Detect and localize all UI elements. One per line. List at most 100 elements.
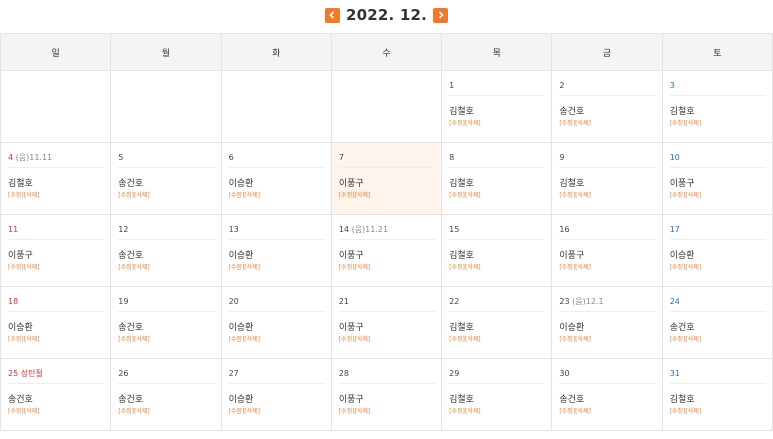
- schedule-entry: 송건호 [수정][삭제]: [670, 322, 766, 344]
- day-cell: 14 (음)11.21 이풍구 [수정][삭제]: [330, 214, 443, 287]
- day-number: 7: [338, 153, 344, 162]
- edit-delete-links[interactable]: [수정][삭제]: [118, 191, 214, 200]
- edit-delete-links[interactable]: [수정][삭제]: [670, 191, 766, 200]
- edit-delete-links[interactable]: [수정][삭제]: [559, 191, 655, 200]
- edit-delete-links[interactable]: [수정][삭제]: [559, 335, 655, 344]
- edit-delete-links[interactable]: [수정][삭제]: [449, 119, 545, 128]
- edit-delete-links[interactable]: [수정][삭제]: [670, 119, 766, 128]
- day-number: 26: [118, 369, 129, 378]
- edit-delete-links[interactable]: [수정][삭제]: [449, 407, 545, 416]
- weekday-header: 화: [220, 33, 332, 71]
- assignee-name: 김철호: [449, 107, 474, 117]
- edit-delete-links[interactable]: [수정][삭제]: [670, 263, 766, 272]
- day-cell: 19 송건호 [수정][삭제]: [110, 286, 222, 359]
- edit-delete-links[interactable]: [수정][삭제]: [339, 191, 435, 200]
- edit-delete-links[interactable]: [수정][삭제]: [229, 263, 325, 272]
- day-cell: 3 김철호 [수정][삭제]: [661, 70, 773, 143]
- edit-delete-links[interactable]: [수정][삭제]: [118, 335, 214, 344]
- day-number: 29: [449, 369, 460, 378]
- edit-delete-links[interactable]: [수정][삭제]: [8, 191, 104, 200]
- edit-delete-links[interactable]: [수정][삭제]: [449, 191, 545, 200]
- day-cell: 11 이풍구 [수정][삭제]: [0, 214, 112, 287]
- schedule-entry: 송건호 [수정][삭제]: [8, 394, 104, 416]
- chevron-left-icon: [329, 11, 335, 19]
- lunar-date: (음)12.1: [572, 297, 604, 306]
- empty-day-cell: [0, 70, 112, 143]
- schedule-entry: 김철호 [수정][삭제]: [8, 178, 104, 200]
- schedule-entry: 이승환 [수정][삭제]: [8, 322, 104, 344]
- assignee-name: 송건호: [669, 323, 695, 333]
- day-number: 21: [338, 297, 350, 306]
- schedule-entry: 이승환 [수정][삭제]: [229, 250, 325, 272]
- day-cell: 18 이승환 [수정][삭제]: [0, 286, 112, 359]
- assignee-name: 이풍구: [338, 323, 364, 333]
- edit-delete-links[interactable]: [수정][삭제]: [339, 335, 435, 344]
- edit-delete-links[interactable]: [수정][삭제]: [449, 335, 545, 344]
- assignee-name: 김철호: [8, 179, 33, 189]
- day-number: 25: [8, 369, 19, 378]
- assignee-name: 송건호: [118, 251, 144, 261]
- weekday-header: 토: [661, 33, 773, 71]
- assignee-name: 김철호: [449, 323, 474, 333]
- edit-delete-links[interactable]: [수정][삭제]: [118, 263, 214, 272]
- schedule-entry: 이승환 [수정][삭제]: [229, 322, 325, 344]
- edit-delete-links[interactable]: [수정][삭제]: [229, 191, 325, 200]
- day-number: 9: [559, 153, 565, 162]
- edit-delete-links[interactable]: [수정][삭제]: [670, 335, 766, 344]
- day-number: 28: [338, 369, 350, 378]
- day-number: 19: [118, 297, 129, 306]
- day-number-row: 22: [449, 297, 546, 312]
- day-cell: 26 송건호 [수정][삭제]: [110, 358, 222, 431]
- edit-delete-links[interactable]: [수정][삭제]: [339, 407, 435, 416]
- day-cell: 22 김철호 [수정][삭제]: [441, 286, 553, 359]
- edit-delete-links[interactable]: [수정][삭제]: [8, 407, 104, 416]
- schedule-entry: 김철호 [수정][삭제]: [449, 106, 545, 128]
- edit-delete-links[interactable]: [수정][삭제]: [339, 263, 435, 272]
- edit-delete-links[interactable]: [수정][삭제]: [8, 335, 104, 344]
- day-cell: 6 이승환 [수정][삭제]: [220, 142, 332, 215]
- edit-delete-links[interactable]: [수정][삭제]: [670, 407, 766, 416]
- edit-delete-links[interactable]: [수정][삭제]: [229, 407, 325, 416]
- lunar-date: (음)11.21: [351, 225, 389, 234]
- prev-month-button[interactable]: [324, 7, 340, 23]
- day-cell: 21 이풍구 [수정][삭제]: [330, 286, 443, 359]
- day-cell: 17 이승환 [수정][삭제]: [661, 214, 773, 287]
- assignee-name: 송건호: [8, 395, 33, 405]
- day-number-row: 6: [228, 153, 325, 168]
- assignee-name: 김철호: [669, 395, 695, 405]
- day-number-row: 3: [669, 81, 766, 96]
- edit-delete-links[interactable]: [수정][삭제]: [229, 335, 325, 344]
- day-cell: 13 이승환 [수정][삭제]: [220, 214, 332, 287]
- day-number: 5: [118, 153, 124, 162]
- assignee-name: 이풍구: [338, 395, 364, 405]
- weekday-header: 목: [441, 33, 553, 71]
- schedule-entry: 이풍구 [수정][삭제]: [8, 250, 104, 272]
- edit-delete-links[interactable]: [수정][삭제]: [118, 407, 214, 416]
- day-number: 20: [228, 297, 239, 306]
- edit-delete-links[interactable]: [수정][삭제]: [559, 263, 655, 272]
- edit-delete-links[interactable]: [수정][삭제]: [8, 263, 104, 272]
- day-number-row: 16: [559, 225, 656, 240]
- day-number-row: 14 (음)11.21: [338, 225, 436, 240]
- weekday-header: 금: [551, 33, 663, 71]
- day-number-row: 15: [449, 225, 546, 240]
- schedule-entry: 송건호 [수정][삭제]: [118, 322, 214, 344]
- day-number-row: 1: [449, 81, 546, 96]
- assignee-name: 김철호: [669, 107, 695, 117]
- schedule-entry: 김철호 [수정][삭제]: [670, 394, 766, 416]
- day-number-row: 23 (음)12.1: [559, 297, 656, 312]
- next-month-button[interactable]: [433, 7, 449, 23]
- day-cell: 28 이풍구 [수정][삭제]: [330, 358, 443, 431]
- edit-delete-links[interactable]: [수정][삭제]: [559, 119, 655, 128]
- day-number: 13: [228, 225, 239, 234]
- day-cell: 23 (음)12.1 이승환 [수정][삭제]: [551, 286, 663, 359]
- edit-delete-links[interactable]: [수정][삭제]: [559, 407, 655, 416]
- day-number-row: 2: [559, 81, 656, 96]
- day-number: 24: [669, 297, 680, 306]
- day-number: 6: [228, 153, 234, 162]
- assignee-name: 이승환: [228, 251, 254, 261]
- day-cell: 27 이승환 [수정][삭제]: [220, 358, 332, 431]
- schedule-entry: 이풍구 [수정][삭제]: [339, 394, 435, 416]
- day-number-row: 30: [559, 369, 656, 384]
- edit-delete-links[interactable]: [수정][삭제]: [449, 263, 545, 272]
